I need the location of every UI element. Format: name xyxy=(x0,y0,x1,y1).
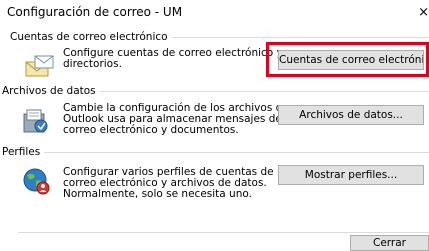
footer-divider xyxy=(18,232,429,233)
email-accounts-title: Cuentas de correo electrónico xyxy=(10,31,172,43)
title-bar: Configuración de correo - UM × xyxy=(0,0,429,26)
email-accounts-header: Cuentas de correo electrónico xyxy=(10,30,429,44)
profiles-description: Configurar varios perfiles de cuentas de… xyxy=(63,167,274,200)
desc-line: Normalmente, solo se necesita uno. xyxy=(63,188,252,200)
group-divider xyxy=(171,37,429,38)
group-divider xyxy=(44,152,429,153)
email-accounts-description: Configure cuentas de correo electrónico … xyxy=(63,48,283,70)
email-accounts-button[interactable]: Cuentas de correo electrónico... xyxy=(278,50,424,70)
profiles-title: Perfiles xyxy=(2,146,45,158)
envelope-icon xyxy=(25,52,55,82)
close-button[interactable]: Cerrar xyxy=(350,235,429,251)
data-files-description: Cambie la configuración de los archivos … xyxy=(63,103,295,136)
window-title: Configuración de correo - UM xyxy=(7,5,183,19)
desc-line: correo electrónico y documentos. xyxy=(63,124,239,136)
data-files-title: Archivos de datos xyxy=(2,85,100,97)
profiles-header: Perfiles xyxy=(2,145,429,159)
data-files-icon xyxy=(21,106,51,136)
close-window-button[interactable]: × xyxy=(415,0,429,26)
profiles-globe-icon xyxy=(21,166,51,196)
data-files-header: Archivos de datos xyxy=(2,84,429,98)
data-files-button[interactable]: Archivos de datos... xyxy=(278,105,424,125)
group-divider xyxy=(99,91,429,92)
desc-line: directorios. xyxy=(63,58,122,70)
show-profiles-button[interactable]: Mostrar perfiles... xyxy=(278,165,424,185)
